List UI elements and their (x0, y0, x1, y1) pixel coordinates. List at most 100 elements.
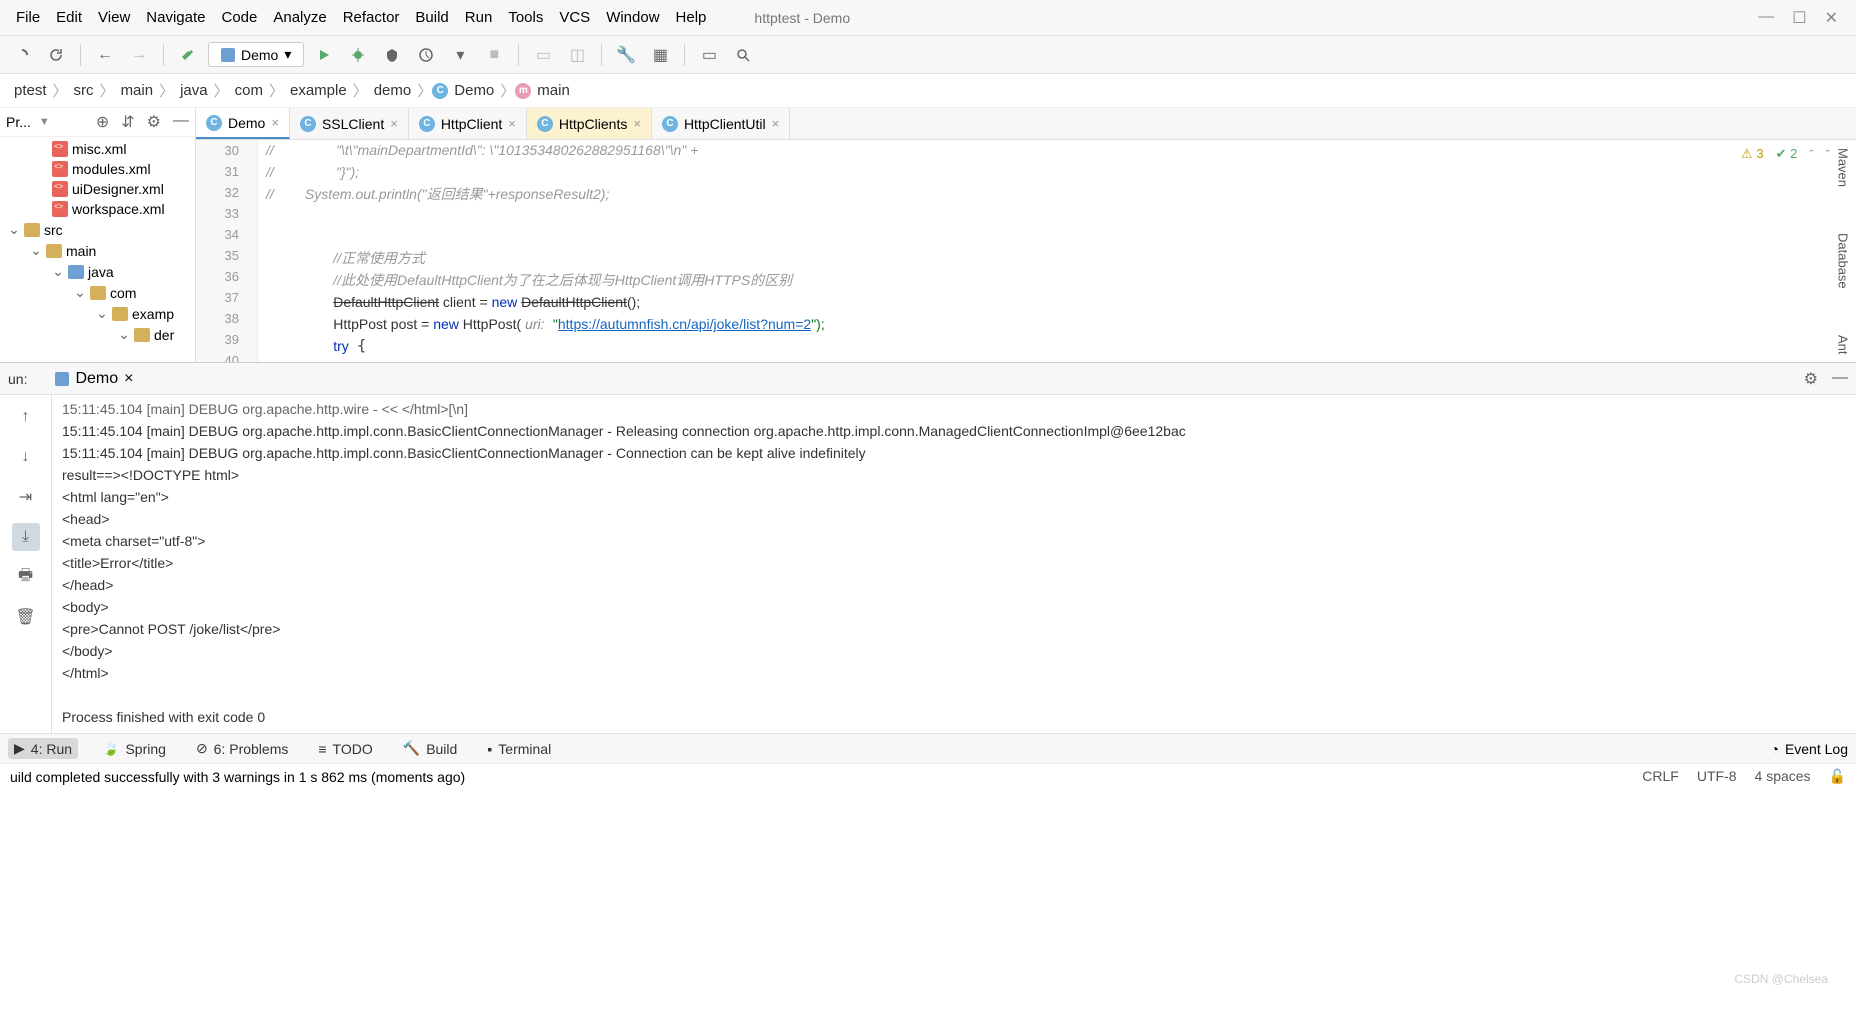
hide-icon[interactable]: — (1832, 369, 1848, 389)
menu-vcs[interactable]: VCS (551, 5, 598, 30)
tab-httpclient[interactable]: CHttpClient× (409, 108, 527, 139)
device-icon[interactable]: ▭ (529, 41, 557, 69)
chevron-down-icon[interactable]: ⌄ (96, 305, 108, 322)
sync-icon[interactable] (8, 41, 36, 69)
minimize-icon[interactable]: — (1758, 8, 1774, 28)
scroll-icon[interactable]: ⤓ (12, 523, 40, 551)
wrench-icon[interactable]: 🔧 (612, 41, 640, 69)
menu-help[interactable]: Help (668, 5, 715, 30)
forward-icon[interactable]: → (125, 41, 153, 69)
project-label[interactable]: Pr... (6, 114, 31, 130)
folder-src[interactable]: src (44, 222, 63, 238)
tab-httpclients[interactable]: CHttpClients× (527, 108, 652, 139)
coverage-icon[interactable] (378, 41, 406, 69)
menu-refactor[interactable]: Refactor (335, 5, 408, 30)
folder-main[interactable]: main (66, 243, 96, 259)
gear-icon[interactable]: ⚙ (147, 112, 161, 132)
hammer-icon[interactable] (174, 41, 202, 69)
target-icon[interactable]: ⊕ (96, 112, 109, 132)
menu-run[interactable]: Run (457, 5, 501, 30)
tab-sslclient[interactable]: CSSLClient× (290, 108, 409, 139)
inspection-widget[interactable]: ⚠ 3 ✔ 2 ˆ ˇ (1741, 146, 1830, 162)
indent[interactable]: 4 spaces (1755, 768, 1811, 785)
trash-icon[interactable]: 🗑 (12, 603, 40, 631)
lock-icon[interactable]: 🔓 (1829, 768, 1846, 785)
structure-icon[interactable]: ▦ (646, 41, 674, 69)
close-icon[interactable]: ✕ (1825, 8, 1838, 28)
hide-icon[interactable]: — (173, 112, 189, 132)
bc-5[interactable]: example (284, 82, 353, 99)
tab-build[interactable]: 🔨 Build (397, 738, 464, 759)
close-icon[interactable]: × (772, 116, 780, 131)
chevron-down-icon[interactable]: ⌄ (30, 242, 42, 259)
gear-icon[interactable]: ⚙ (1804, 369, 1818, 389)
console-output[interactable]: 15:11:45.104 [main] DEBUG org.apache.htt… (52, 395, 1856, 733)
menu-tools[interactable]: Tools (500, 5, 551, 30)
code-editor[interactable]: 303132333435363738394041 // "\t\"mainDep… (196, 140, 1856, 362)
file-uidesigner[interactable]: uiDesigner.xml (72, 181, 164, 197)
cube-icon[interactable]: ◫ (563, 41, 591, 69)
bc-4[interactable]: com (229, 82, 269, 99)
file-misc[interactable]: misc.xml (72, 141, 126, 157)
close-icon[interactable]: × (124, 370, 133, 388)
menu-file[interactable]: File (8, 5, 48, 30)
back-icon[interactable]: ← (91, 41, 119, 69)
encoding[interactable]: UTF-8 (1697, 768, 1737, 785)
close-icon[interactable]: × (390, 116, 398, 131)
search-icon[interactable] (729, 41, 757, 69)
menu-view[interactable]: View (90, 5, 138, 30)
tab-terminal[interactable]: ▪ Terminal (481, 739, 557, 759)
file-modules[interactable]: modules.xml (72, 161, 151, 177)
folder-java[interactable]: java (88, 264, 114, 280)
folder-example[interactable]: examp (132, 306, 174, 322)
menu-analyze[interactable]: Analyze (265, 5, 334, 30)
tool-database[interactable]: Database (1834, 225, 1853, 297)
stop-icon[interactable]: ■ (480, 41, 508, 69)
run-tab-demo[interactable]: Demo × (47, 366, 141, 392)
chevron-down-icon[interactable]: ⌄ (52, 263, 64, 280)
pass-icon[interactable]: ✔ 2 (1776, 146, 1798, 162)
bc-6[interactable]: demo (368, 82, 418, 99)
presentation-icon[interactable]: ▭ (695, 41, 723, 69)
tab-problems[interactable]: ⊘ 6: Problems (190, 738, 294, 759)
folder-com[interactable]: com (110, 285, 136, 301)
chevron-down-icon[interactable]: ⌄ (118, 326, 130, 343)
folder-demo[interactable]: der (154, 327, 174, 343)
refresh-icon[interactable] (42, 41, 70, 69)
code-content[interactable]: // "\t\"mainDepartmentId\": \"1013534802… (258, 140, 1856, 362)
attach-icon[interactable]: ▾ (446, 41, 474, 69)
run-icon[interactable] (310, 41, 338, 69)
print-icon[interactable]: 🖶 (12, 563, 40, 591)
warning-icon[interactable]: ⚠ 3 (1741, 146, 1764, 162)
tool-maven[interactable]: Maven (1834, 140, 1853, 195)
collapse-icon[interactable]: ⇵ (121, 112, 134, 132)
debug-icon[interactable] (344, 41, 372, 69)
event-log-button[interactable]: ◔ Event Log (1770, 741, 1848, 757)
menu-edit[interactable]: Edit (48, 5, 90, 30)
tab-run[interactable]: ▶ 4: Run (8, 738, 78, 759)
close-icon[interactable]: × (271, 115, 279, 130)
bc-0[interactable]: ptest (8, 82, 53, 99)
bc-7[interactable]: Demo (448, 82, 500, 99)
project-tree[interactable]: misc.xml modules.xml uiDesigner.xml work… (0, 137, 195, 347)
menu-window[interactable]: Window (598, 5, 667, 30)
close-icon[interactable]: × (633, 116, 641, 131)
tab-demo[interactable]: CDemo× (196, 108, 290, 139)
tab-spring[interactable]: 🍃 Spring (96, 738, 172, 759)
bc-8[interactable]: main (531, 82, 576, 99)
line-ending[interactable]: CRLF (1642, 768, 1679, 785)
bc-1[interactable]: src (68, 82, 100, 99)
close-icon[interactable]: × (508, 116, 516, 131)
file-workspace[interactable]: workspace.xml (72, 201, 165, 217)
up-icon[interactable]: ↑ (12, 403, 40, 431)
bc-3[interactable]: java (174, 82, 214, 99)
tab-todo[interactable]: ≡ TODO (312, 739, 378, 759)
profile-icon[interactable] (412, 41, 440, 69)
maximize-icon[interactable]: ☐ (1792, 8, 1806, 28)
tab-httpclientutil[interactable]: CHttpClientUtil× (652, 108, 790, 139)
tool-ant[interactable]: Ant (1834, 327, 1853, 363)
prev-icon[interactable]: ˆ (1809, 147, 1813, 162)
bc-2[interactable]: main (115, 82, 160, 99)
menu-code[interactable]: Code (213, 5, 265, 30)
down-icon[interactable]: ↓ (12, 443, 40, 471)
